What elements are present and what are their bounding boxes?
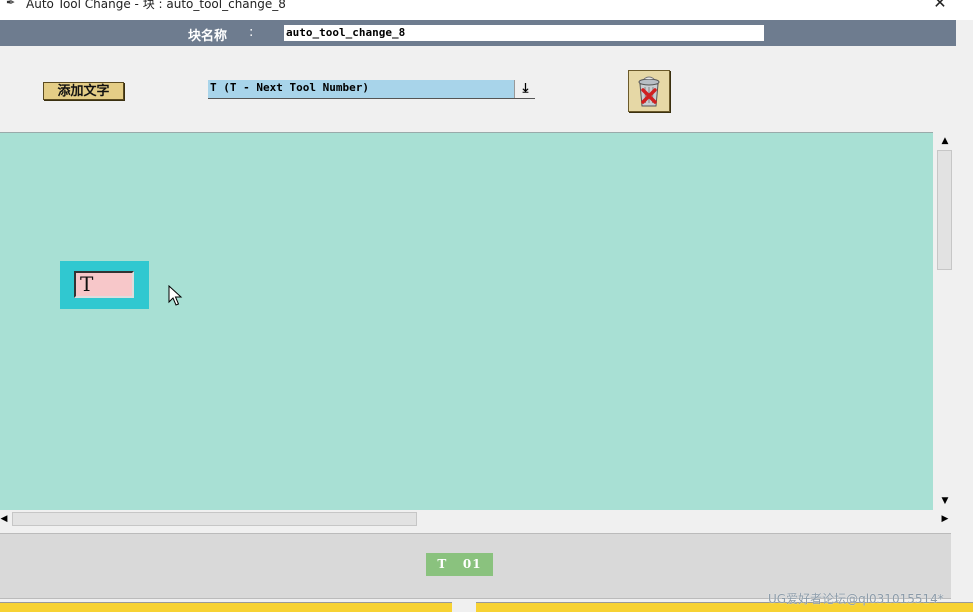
address-select-value: T (T - Next Tool Number) (210, 81, 369, 94)
block-canvas[interactable]: T (0, 132, 933, 511)
watermark: UG爱好者论坛@ql031015514* (768, 592, 944, 606)
trash-icon (638, 76, 660, 107)
preview-badge: T 01 (426, 553, 493, 576)
mouse-cursor-icon (168, 285, 183, 306)
scroll-up-icon[interactable]: ▲ (938, 134, 952, 148)
app-icon: ✒ (6, 0, 16, 9)
window-title: Auto Tool Change - 块 : auto_tool_change_… (26, 0, 286, 11)
block-name-field[interactable]: auto_tool_change_8 (284, 25, 764, 41)
block-name-label: 块名称 (188, 29, 228, 44)
delete-button[interactable] (628, 70, 670, 112)
window-edge (956, 20, 973, 540)
scroll-right-icon[interactable]: ▶ (938, 512, 952, 526)
vertical-scrollbar[interactable]: ▲ ▼ (933, 132, 956, 510)
block-name-separator: : (249, 25, 254, 40)
address-tile[interactable]: T (60, 261, 149, 309)
scroll-left-icon[interactable]: ◀ (0, 512, 11, 526)
vertical-scroll-thumb[interactable] (937, 150, 952, 270)
title-bar: ✒ Auto Tool Change - 块 : auto_tool_chang… (0, 0, 973, 20)
horizontal-scroll-thumb[interactable] (12, 512, 417, 526)
close-icon[interactable]: ✕ (930, 0, 950, 12)
horizontal-scrollbar[interactable]: ◀ ▶ (0, 510, 956, 528)
address-input[interactable]: T (74, 271, 134, 298)
block-name-bar: 块名称 : auto_tool_change_8 (0, 20, 956, 46)
toolbar: 添加文字 T (T - Next Tool Number) ⤓ (0, 46, 956, 132)
add-text-button[interactable]: 添加文字 (43, 82, 124, 100)
scroll-down-icon[interactable]: ▼ (938, 494, 952, 508)
address-select[interactable]: T (T - Next Tool Number) ⤓ (208, 80, 536, 99)
dropdown-arrow-icon[interactable]: ⤓ (514, 80, 536, 98)
